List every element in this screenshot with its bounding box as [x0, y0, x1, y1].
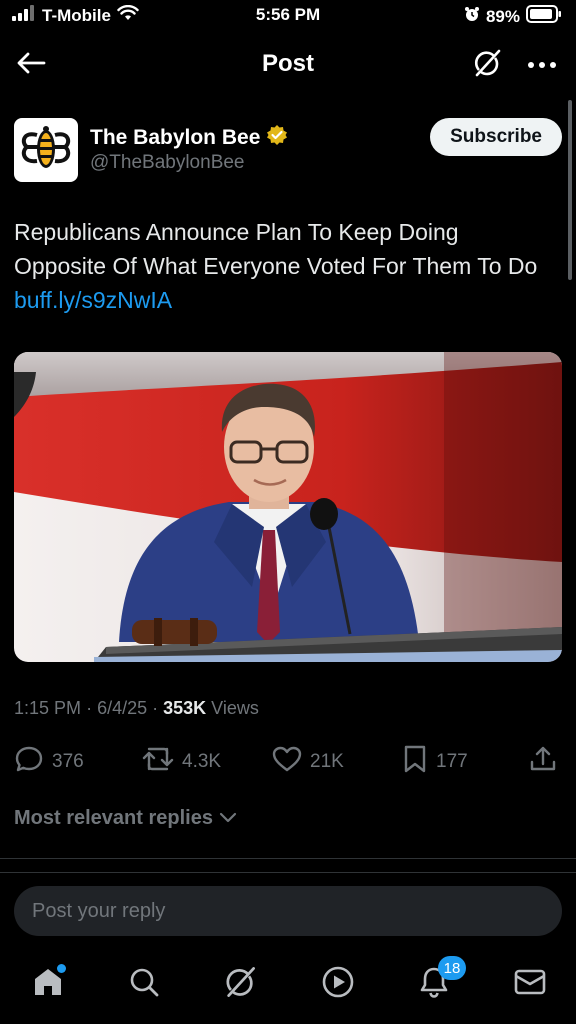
action-bar: 376 4.3K 21K 177: [14, 742, 562, 782]
header: Post: [0, 36, 576, 94]
grok-icon: [223, 965, 257, 1004]
post-date: 6/4/25: [97, 698, 148, 718]
subscribe-button[interactable]: Subscribe: [430, 118, 562, 156]
divider: [0, 858, 576, 859]
like-icon: [272, 745, 302, 779]
tab-grok[interactable]: [218, 962, 262, 1006]
views-count: 353K: [163, 698, 207, 718]
post-photo: [14, 352, 562, 662]
status-right: 89%: [464, 5, 562, 28]
repost-icon: [142, 745, 174, 779]
replies-sort-dropdown[interactable]: Most relevant replies: [14, 807, 237, 830]
bookmark-button[interactable]: 177: [402, 742, 468, 782]
home-unread-dot: [57, 964, 66, 973]
post-image[interactable]: [14, 352, 562, 662]
tab-messages[interactable]: [508, 962, 552, 1006]
notifications-badge: 18: [438, 956, 466, 980]
replies-sort-label: Most relevant replies: [14, 807, 213, 829]
tab-bar: 18: [0, 948, 576, 1024]
share-icon: [528, 744, 558, 780]
repost-button[interactable]: 4.3K: [142, 742, 221, 782]
post-link[interactable]: buff.ly/s9zNwIA: [14, 287, 172, 313]
reply-icon: [14, 744, 44, 780]
reply-box[interactable]: [14, 886, 562, 936]
post-meta: 1:15 PM · 6/4/25 · 353K Views: [14, 698, 259, 719]
tab-video[interactable]: [316, 962, 360, 1006]
post-time: 1:15 PM: [14, 698, 82, 718]
repost-count: 4.3K: [182, 751, 222, 772]
share-button[interactable]: [528, 742, 558, 782]
post-body: Republicans Announce Plan To Keep Doing …: [14, 219, 538, 279]
battery-percent: 89%: [485, 6, 520, 26]
play-icon: [321, 965, 355, 1004]
like-button[interactable]: 21K: [272, 742, 344, 782]
author-name[interactable]: The Babylon Bee: [90, 124, 288, 152]
babylon-bee-logo-icon: [19, 121, 73, 180]
tab-notifications[interactable]: 18: [412, 956, 466, 1006]
scrollbar[interactable]: [568, 100, 572, 280]
avatar[interactable]: [14, 118, 78, 182]
meta-separator: ·: [86, 698, 98, 718]
mail-icon: [513, 967, 547, 1002]
divider: [0, 872, 576, 873]
grok-icon: [472, 48, 502, 83]
views-label: Views: [211, 698, 259, 718]
reply-button[interactable]: 376: [14, 742, 84, 782]
battery-icon: [526, 5, 562, 28]
reply-input[interactable]: [32, 886, 542, 936]
tab-search[interactable]: [122, 962, 166, 1006]
author-row: The Babylon Bee @TheBabylonBee Subscribe: [14, 116, 562, 186]
verified-badge-icon: [266, 124, 288, 152]
chevron-down-icon: [219, 807, 237, 830]
alarm-icon: [464, 6, 480, 27]
grok-button[interactable]: [470, 48, 504, 82]
search-icon: [128, 966, 160, 1003]
reply-count: 376: [52, 751, 84, 772]
author-name-text: The Babylon Bee: [90, 126, 261, 149]
author-handle: @TheBabylonBee: [90, 152, 245, 173]
meta-separator: ·: [152, 698, 164, 718]
post-text: Republicans Announce Plan To Keep Doing …: [14, 215, 554, 317]
more-icon: [527, 56, 557, 74]
bookmark-icon: [402, 744, 428, 780]
bookmark-count: 177: [436, 751, 468, 772]
like-count: 21K: [310, 751, 344, 772]
tab-home[interactable]: [26, 962, 70, 1006]
more-button[interactable]: [522, 48, 562, 82]
status-bar: T-Mobile 5:56 PM 89%: [0, 0, 576, 32]
